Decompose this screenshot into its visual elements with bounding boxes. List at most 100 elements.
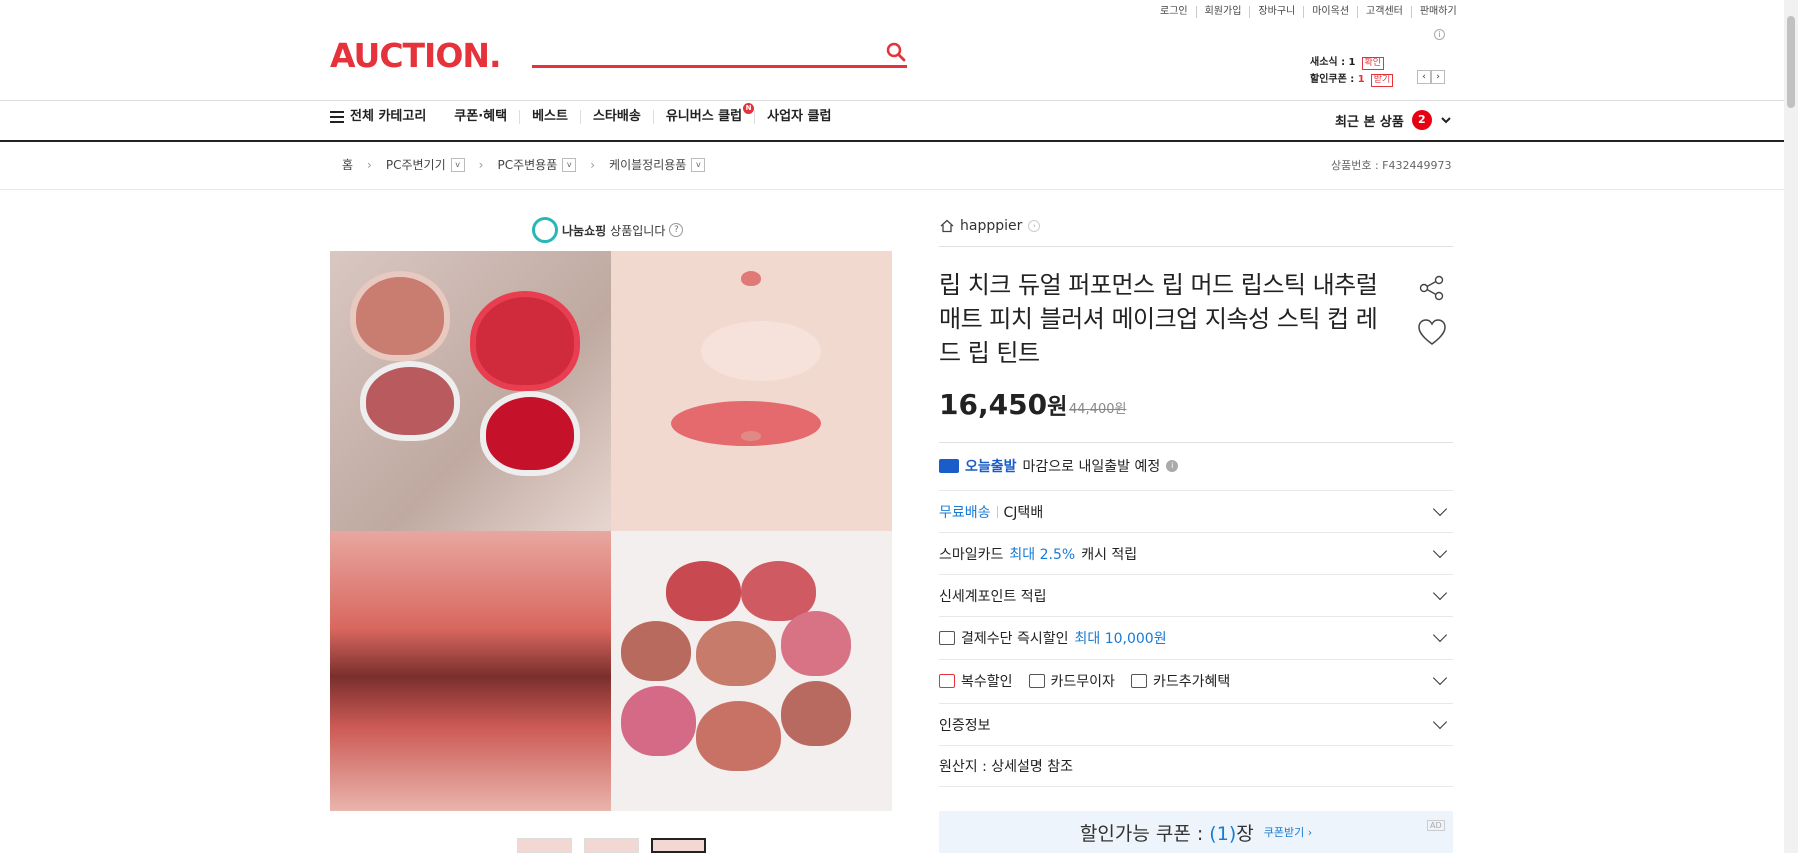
price-value: 16,450 xyxy=(939,388,1048,421)
chevron-down-icon[interactable]: v xyxy=(450,157,465,172)
divider xyxy=(0,140,1784,142)
share-icon[interactable] xyxy=(1419,275,1445,301)
image-quadrant-hearts xyxy=(611,531,892,811)
coupon-get-button[interactable]: 받기 xyxy=(1370,74,1394,87)
recent-viewed-button[interactable]: 최근 본 상품 2 xyxy=(1335,110,1452,130)
card-benefits-row[interactable]: 복수할인 카드무이자 카드추가혜택 xyxy=(939,659,1453,701)
scrollbar-thumb[interactable] xyxy=(1787,16,1795,108)
ssg-point-row[interactable]: 신세계포인트 적립 xyxy=(939,574,1453,616)
chevron-down-icon xyxy=(1432,670,1448,685)
shipping-row[interactable]: 무료배송 CJ택배 xyxy=(939,490,1453,532)
thumbnail-selected[interactable] xyxy=(651,838,706,853)
breadcrumb-cat1[interactable]: PC주변기기 xyxy=(386,156,446,173)
recent-count-badge: 2 xyxy=(1411,110,1432,130)
home-icon xyxy=(940,219,954,233)
news-box: 새소식 : 1 확인 할인쿠폰 : 1 받기 xyxy=(1310,54,1394,88)
next-icon[interactable]: › xyxy=(1431,70,1445,84)
coupon-banner[interactable]: 할인가능 쿠폰 : (1)장 쿠폰받기 › xyxy=(939,811,1453,853)
image-quadrant-lips xyxy=(330,531,611,811)
chevron-right-icon: › xyxy=(1028,220,1041,232)
nav-business-club[interactable]: 사업자 클럽 xyxy=(754,110,843,124)
discount-icon xyxy=(939,630,955,645)
smile-card-row[interactable]: 스마일카드 최대 2.5% 캐시 적립 xyxy=(939,532,1453,574)
smile-card-rate: 최대 2.5% xyxy=(1009,546,1076,563)
signup-link[interactable]: 회원가입 xyxy=(1195,6,1250,18)
prev-icon[interactable]: ‹ xyxy=(1417,70,1431,84)
ad-badge: AD xyxy=(1427,820,1445,831)
sell-link[interactable]: 판매하기 xyxy=(1410,6,1465,18)
all-category-button[interactable]: 전체 카테고리 xyxy=(330,110,442,124)
image-quadrant-compacts xyxy=(330,251,611,531)
login-link[interactable]: 로그인 xyxy=(1152,6,1196,18)
news-confirm-button[interactable]: 확인 xyxy=(1361,57,1385,70)
multi-discount-icon xyxy=(939,673,955,688)
divider xyxy=(996,505,998,518)
thumbnail[interactable] xyxy=(517,838,572,853)
thumbnail[interactable] xyxy=(584,838,639,853)
share-shopping-logo-icon xyxy=(532,217,558,243)
today-ship-info: 오늘출발 마감으로 내일출발 예정 i xyxy=(939,456,1179,476)
nav-universe-label: 유니버스 클럽 xyxy=(665,109,743,124)
payment-discount-row[interactable]: 결제수단 즉시할인 최대 10,000원 xyxy=(939,616,1453,658)
share-shopping-text: 상품입니다 xyxy=(610,223,666,238)
coupon-get-link[interactable]: 쿠폰받기 › xyxy=(1264,824,1312,840)
heart-icon[interactable] xyxy=(1417,318,1447,346)
price-unit: 원 xyxy=(1047,395,1068,420)
truck-icon xyxy=(939,459,959,473)
cert-label: 인증정보 xyxy=(939,717,991,734)
sale-price: 16,450원 xyxy=(939,388,1067,421)
chevron-down-icon[interactable]: v xyxy=(691,157,706,172)
card-benefit-icon xyxy=(1130,673,1147,688)
share-shopping-logo-text: 나눔쇼핑 xyxy=(562,223,607,238)
thumbnail-list xyxy=(517,838,706,853)
my-auction-link[interactable]: 마이옥션 xyxy=(1303,6,1357,18)
card-extra-label: 카드추가혜택 xyxy=(1152,673,1231,690)
origin-row: 원산지 : 상세설명 참조 xyxy=(939,745,1453,787)
utility-links: 로그인 회원가입 장바구니 마이옥션 고객센터 판매하기 xyxy=(1152,6,1465,18)
smile-card-suffix: 캐시 적립 xyxy=(1081,546,1138,563)
chevron-down-icon[interactable]: v xyxy=(562,157,577,172)
all-category-label: 전체 카테고리 xyxy=(350,109,427,124)
info-icon[interactable]: i xyxy=(1166,460,1179,472)
coupon-unit: 장 xyxy=(1236,822,1254,845)
coupon-label: 할인가능 쿠폰 : xyxy=(1079,822,1210,845)
news-label: 새소식 : 1 xyxy=(1310,57,1356,68)
nav-star-delivery[interactable]: 스타배송 xyxy=(579,110,653,124)
smile-card-label: 스마일카드 xyxy=(939,546,1004,563)
seller-link[interactable]: happpier › xyxy=(940,218,1041,234)
search-icon[interactable] xyxy=(886,42,906,62)
cert-row[interactable]: 인증정보 xyxy=(939,703,1453,745)
main-nav: 전체 카테고리 쿠폰·혜택 베스트 스타배송 유니버스 클럽 N 사업자 클럽 xyxy=(330,103,843,124)
scrollbar[interactable] xyxy=(1784,0,1798,853)
chevron-down-icon xyxy=(1432,543,1448,558)
breadcrumb-cat2[interactable]: PC주변용품 xyxy=(497,156,557,173)
news-pager: ‹ › xyxy=(1417,70,1445,84)
payment-discount-max: 최대 10,000원 xyxy=(1074,630,1167,647)
divider xyxy=(0,100,1784,101)
payment-discount-label: 결제수단 즉시할인 xyxy=(961,630,1069,647)
breadcrumb-cat3[interactable]: 케이블정리용품 xyxy=(609,156,686,173)
search-input[interactable] xyxy=(532,65,907,68)
card-no-interest-label: 카드무이자 xyxy=(1050,673,1115,690)
nav-best[interactable]: 베스트 xyxy=(519,110,580,124)
free-shipping-label: 무료배송 xyxy=(939,504,991,521)
today-ship-text: 마감으로 내일출발 예정 xyxy=(1022,459,1161,475)
card-icon xyxy=(1028,673,1045,688)
carrier-label: CJ택배 xyxy=(1003,504,1044,521)
product-main-image[interactable] xyxy=(330,251,892,811)
breadcrumb-home[interactable]: 홈 xyxy=(342,156,353,173)
chevron-right-icon: › xyxy=(367,157,372,172)
cart-link[interactable]: 장바구니 xyxy=(1249,6,1303,18)
info-icon[interactable]: i xyxy=(1434,29,1445,40)
share-shopping-badge: 나눔쇼핑 상품입니다 ? xyxy=(532,217,684,243)
chevron-down-icon xyxy=(1432,714,1448,729)
coupon-text: 할인가능 쿠폰 : (1)장 xyxy=(1080,819,1254,846)
nav-coupon[interactable]: 쿠폰·혜택 xyxy=(442,110,519,124)
new-badge: N xyxy=(743,103,755,114)
help-icon[interactable]: ? xyxy=(669,223,684,237)
customer-center-link[interactable]: 고객센터 xyxy=(1357,6,1411,18)
chevron-down-icon xyxy=(1432,501,1448,516)
nav-universe-club[interactable]: 유니버스 클럽 N xyxy=(652,103,755,124)
logo[interactable]: AUCTION. xyxy=(330,36,502,75)
coupon-label: 할인쿠폰 : xyxy=(1310,74,1358,85)
